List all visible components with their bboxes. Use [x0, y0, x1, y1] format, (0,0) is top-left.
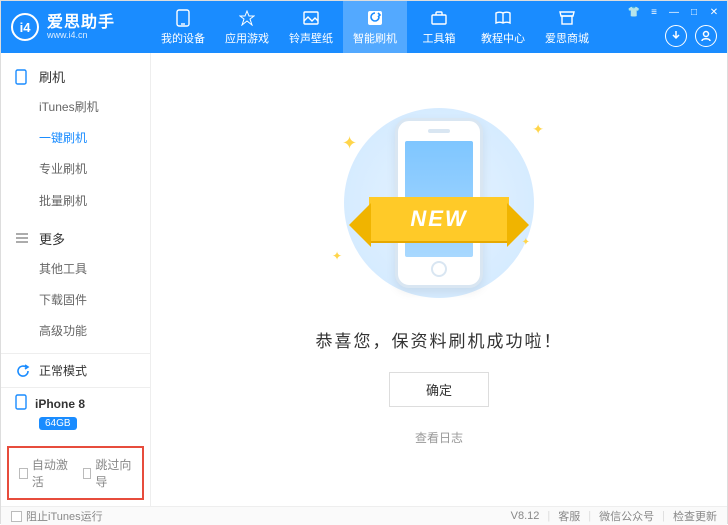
separator: | [547, 510, 550, 522]
new-ribbon: NEW [369, 197, 509, 241]
nav-apps[interactable]: 应用游戏 [215, 1, 279, 53]
close-icon[interactable]: ✕ [707, 5, 721, 19]
logo-icon: i4 [11, 13, 39, 41]
checkbox-label: 阻止iTunes运行 [26, 508, 103, 524]
statusbar: 阻止iTunes运行 V8.12 | 客服 | 微信公众号 | 检查更新 [1, 506, 727, 525]
sidebar-item-itunes-flash[interactable]: iTunes刷机 [1, 92, 150, 123]
image-icon [303, 9, 319, 27]
group-label: 更多 [39, 229, 65, 248]
star-icon: ✦ [332, 249, 342, 263]
success-message: 恭喜您，保资料刷机成功啦！ [316, 327, 563, 352]
header-right [665, 25, 717, 47]
skin-icon[interactable]: 👕 [627, 5, 641, 19]
skip-guide-checkbox[interactable]: 跳过向导 [83, 456, 133, 490]
minimize-icon[interactable]: ― [667, 5, 681, 19]
mode-label: 正常模式 [39, 362, 87, 379]
nav-label: 智能刷机 [353, 30, 397, 46]
nav-label: 工具箱 [423, 30, 456, 46]
checkbox-icon [19, 468, 28, 479]
sidebar-group-more[interactable]: 更多 [1, 223, 150, 254]
refresh-icon [15, 363, 31, 379]
nav-my-device[interactable]: 我的设备 [151, 1, 215, 53]
download-icon[interactable] [665, 25, 687, 47]
nav-ringtones[interactable]: 铃声壁纸 [279, 1, 343, 53]
footer-right: V8.12 | 客服 | 微信公众号 | 检查更新 [511, 508, 717, 524]
store-icon [559, 9, 575, 27]
user-icon[interactable] [695, 25, 717, 47]
nav-toolbox[interactable]: 工具箱 [407, 1, 471, 53]
apps-icon [239, 9, 255, 27]
sidebar-bottom: 正常模式 iPhone 8 64GB 自动激活 跳过向导 [1, 353, 150, 506]
sidebar: 刷机 iTunes刷机 一键刷机 专业刷机 批量刷机 更多 其他工具 下载固件 … [1, 53, 151, 506]
support-link[interactable]: 客服 [558, 508, 580, 524]
flash-options-highlight: 自动激活 跳过向导 [7, 446, 144, 500]
ok-button[interactable]: 确定 [389, 372, 489, 407]
update-link[interactable]: 检查更新 [673, 508, 717, 524]
body: 刷机 iTunes刷机 一键刷机 专业刷机 批量刷机 更多 其他工具 下载固件 … [1, 53, 727, 506]
logo-text: 爱思助手 www.i4.cn [47, 15, 115, 40]
checkbox-label: 跳过向导 [95, 456, 132, 490]
block-itunes-checkbox[interactable]: 阻止iTunes运行 [11, 508, 103, 524]
ribbon-label: NEW [369, 197, 509, 241]
nav-label: 我的设备 [161, 30, 205, 46]
sidebar-item-pro-flash[interactable]: 专业刷机 [1, 154, 150, 185]
main-content: ✦ ✦ ✦ ✦ NEW 恭喜您，保资料刷机成功啦！ 确定 查看日志 [151, 53, 727, 506]
app-header: i4 爱思助手 www.i4.cn 我的设备 应用游戏 铃声壁纸 智能刷机 工具… [1, 1, 727, 53]
device-icon [176, 9, 190, 27]
book-icon [495, 9, 511, 27]
version-label: V8.12 [511, 510, 540, 522]
separator: | [588, 510, 591, 522]
nav-tutorials[interactable]: 教程中心 [471, 1, 535, 53]
device-mode[interactable]: 正常模式 [1, 354, 150, 387]
view-log-link[interactable]: 查看日志 [415, 429, 463, 446]
phone-icon [15, 69, 31, 85]
sidebar-list: 刷机 iTunes刷机 一键刷机 专业刷机 批量刷机 更多 其他工具 下载固件 … [1, 53, 150, 353]
nav-label: 爱思商城 [545, 30, 589, 46]
nav-label: 铃声壁纸 [289, 30, 333, 46]
sidebar-item-download-fw[interactable]: 下载固件 [1, 285, 150, 316]
storage-badge: 64GB [39, 417, 77, 430]
success-illustration: ✦ ✦ ✦ ✦ NEW [324, 103, 554, 303]
list-icon [15, 232, 31, 244]
flash-icon [367, 9, 383, 27]
app-name: 爱思助手 [47, 15, 115, 31]
star-icon: ✦ [342, 133, 357, 154]
toolbox-icon [431, 9, 447, 27]
sidebar-item-batch-flash[interactable]: 批量刷机 [1, 186, 150, 217]
nav-label: 教程中心 [481, 30, 525, 46]
device-info[interactable]: iPhone 8 64GB [1, 387, 150, 440]
menu-icon[interactable]: ≡ [647, 5, 661, 19]
nav-label: 应用游戏 [225, 30, 269, 46]
sidebar-item-advanced[interactable]: 高级功能 [1, 316, 150, 347]
sidebar-group-flash[interactable]: 刷机 [1, 61, 150, 92]
star-icon: ✦ [532, 121, 544, 138]
sidebar-item-other-tools[interactable]: 其他工具 [1, 254, 150, 285]
checkbox-icon [83, 468, 92, 479]
device-name: iPhone 8 [35, 397, 85, 411]
group-label: 刷机 [39, 67, 65, 86]
checkbox-icon [11, 511, 22, 522]
sidebar-item-oneclick-flash[interactable]: 一键刷机 [1, 123, 150, 154]
auto-activate-checkbox[interactable]: 自动激活 [19, 456, 69, 490]
nav-flash[interactable]: 智能刷机 [343, 1, 407, 53]
app-url: www.i4.cn [47, 31, 115, 40]
device-small-icon [15, 394, 27, 413]
nav-store[interactable]: 爱思商城 [535, 1, 599, 53]
window-controls: 👕 ≡ ― □ ✕ [627, 5, 721, 19]
logo-area: i4 爱思助手 www.i4.cn [1, 13, 151, 41]
wechat-link[interactable]: 微信公众号 [599, 508, 654, 524]
maximize-icon[interactable]: □ [687, 5, 701, 19]
separator: | [662, 510, 665, 522]
checkbox-label: 自动激活 [32, 456, 69, 490]
